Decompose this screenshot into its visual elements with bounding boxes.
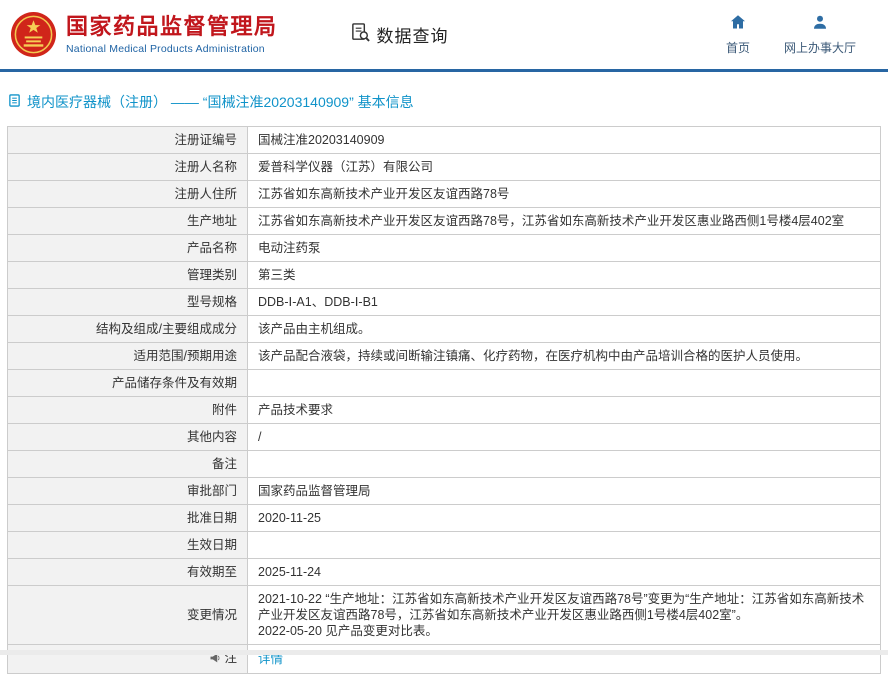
table-row: 适用范围/预期用途该产品配合液袋，持续或间断输注镇痛、化疗药物，在医疗机构中由产… [8,343,881,370]
row-value: 第三类 [248,262,881,289]
agency-name-en: National Medical Products Administration [66,43,278,55]
row-label: 生效日期 [8,532,248,559]
document-search-icon [350,22,371,48]
nav-online-hall[interactable]: 网上办事大厅 [784,14,856,56]
row-label: 有效期至 [8,559,248,586]
row-value: 产品技术要求 [248,397,881,424]
table-row: 注详情 [8,645,881,674]
table-row: 生效日期 [8,532,881,559]
table-row: 结构及组成/主要组成成分该产品由主机组成。 [8,316,881,343]
nav-home-label: 首页 [726,39,750,56]
agency-name-cn: 国家药品监督管理局 [66,14,278,39]
breadcrumb: 境内医疗器械（注册） —— “国械注准20203140909” 基本信息 [0,72,888,122]
table-row: 管理类别第三类 [8,262,881,289]
row-value [248,532,881,559]
row-label: 结构及组成/主要组成成分 [8,316,248,343]
breadcrumb-text: 境内医疗器械（注册） —— “国械注准20203140909” 基本信息 [27,92,414,112]
row-label: 注册证编号 [8,127,248,154]
table-row: 审批部门国家药品监督管理局 [8,478,881,505]
row-label: 变更情况 [8,586,248,645]
table-row: 批准日期2020-11-25 [8,505,881,532]
info-table-body: 注册证编号国械注准20203140909注册人名称爱普科学仪器（江苏）有限公司注… [8,127,881,674]
row-value [248,451,881,478]
row-label: 产品储存条件及有效期 [8,370,248,397]
row-value: 该产品由主机组成。 [248,316,881,343]
row-label: 批准日期 [8,505,248,532]
table-row: 产品名称电动注药泵 [8,235,881,262]
row-label: 其他内容 [8,424,248,451]
page-header: 国家药品监督管理局 National Medical Products Admi… [0,0,888,72]
registration-info-table: 注册证编号国械注准20203140909注册人名称爱普科学仪器（江苏）有限公司注… [7,126,881,674]
table-row: 型号规格DDB-Ⅰ-A1、DDB-Ⅰ-B1 [8,289,881,316]
row-label: 附件 [8,397,248,424]
row-value: 该产品配合液袋，持续或间断输注镇痛、化疗药物，在医疗机构中由产品培训合格的医护人… [248,343,881,370]
table-row: 附件产品技术要求 [8,397,881,424]
row-value: DDB-Ⅰ-A1、DDB-Ⅰ-B1 [248,289,881,316]
row-value: 2020-11-25 [248,505,881,532]
row-label: 型号规格 [8,289,248,316]
row-value: 详情 [248,645,881,674]
row-label: 生产地址 [8,208,248,235]
document-icon [8,94,21,110]
row-value: / [248,424,881,451]
row-value: 2025-11-24 [248,559,881,586]
row-value: 2021-10-22 “生产地址：江苏省如东高新技术产业开发区友谊西路78号”变… [248,586,881,645]
row-label: 审批部门 [8,478,248,505]
table-row: 其他内容/ [8,424,881,451]
row-label: 注册人住所 [8,181,248,208]
row-value: 国械注准20203140909 [248,127,881,154]
row-label: 适用范围/预期用途 [8,343,248,370]
row-value: 国家药品监督管理局 [248,478,881,505]
nav-online-hall-label: 网上办事大厅 [784,39,856,56]
row-label: 备注 [8,451,248,478]
data-query-tab[interactable]: 数据查询 [350,22,449,48]
table-row: 产品储存条件及有效期 [8,370,881,397]
table-row: 生产地址江苏省如东高新技术产业开发区友谊西路78号，江苏省如东高新技术产业开发区… [8,208,881,235]
table-row: 变更情况2021-10-22 “生产地址：江苏省如东高新技术产业开发区友谊西路7… [8,586,881,645]
row-label: 产品名称 [8,235,248,262]
row-label: 管理类别 [8,262,248,289]
row-value: 电动注药泵 [248,235,881,262]
table-row: 注册人住所江苏省如东高新技术产业开发区友谊西路78号 [8,181,881,208]
table-row: 注册人名称爱普科学仪器（江苏）有限公司 [8,154,881,181]
footer-strip [0,650,888,655]
row-value: 江苏省如东高新技术产业开发区友谊西路78号 [248,181,881,208]
table-row: 备注 [8,451,881,478]
home-icon [730,14,746,35]
table-row: 注册证编号国械注准20203140909 [8,127,881,154]
user-icon [812,14,828,35]
row-label: 注 [8,645,248,674]
data-query-label: 数据查询 [377,22,449,47]
row-value: 爱普科学仪器（江苏）有限公司 [248,154,881,181]
top-nav: 首页 网上办事大厅 [726,14,856,56]
nav-home[interactable]: 首页 [726,14,750,56]
agency-brand: 国家药品监督管理局 National Medical Products Admi… [10,11,278,58]
row-label: 注册人名称 [8,154,248,181]
national-emblem-logo [10,11,57,58]
table-row: 有效期至2025-11-24 [8,559,881,586]
row-value [248,370,881,397]
row-value: 江苏省如东高新技术产业开发区友谊西路78号，江苏省如东高新技术产业开发区惠业路西… [248,208,881,235]
